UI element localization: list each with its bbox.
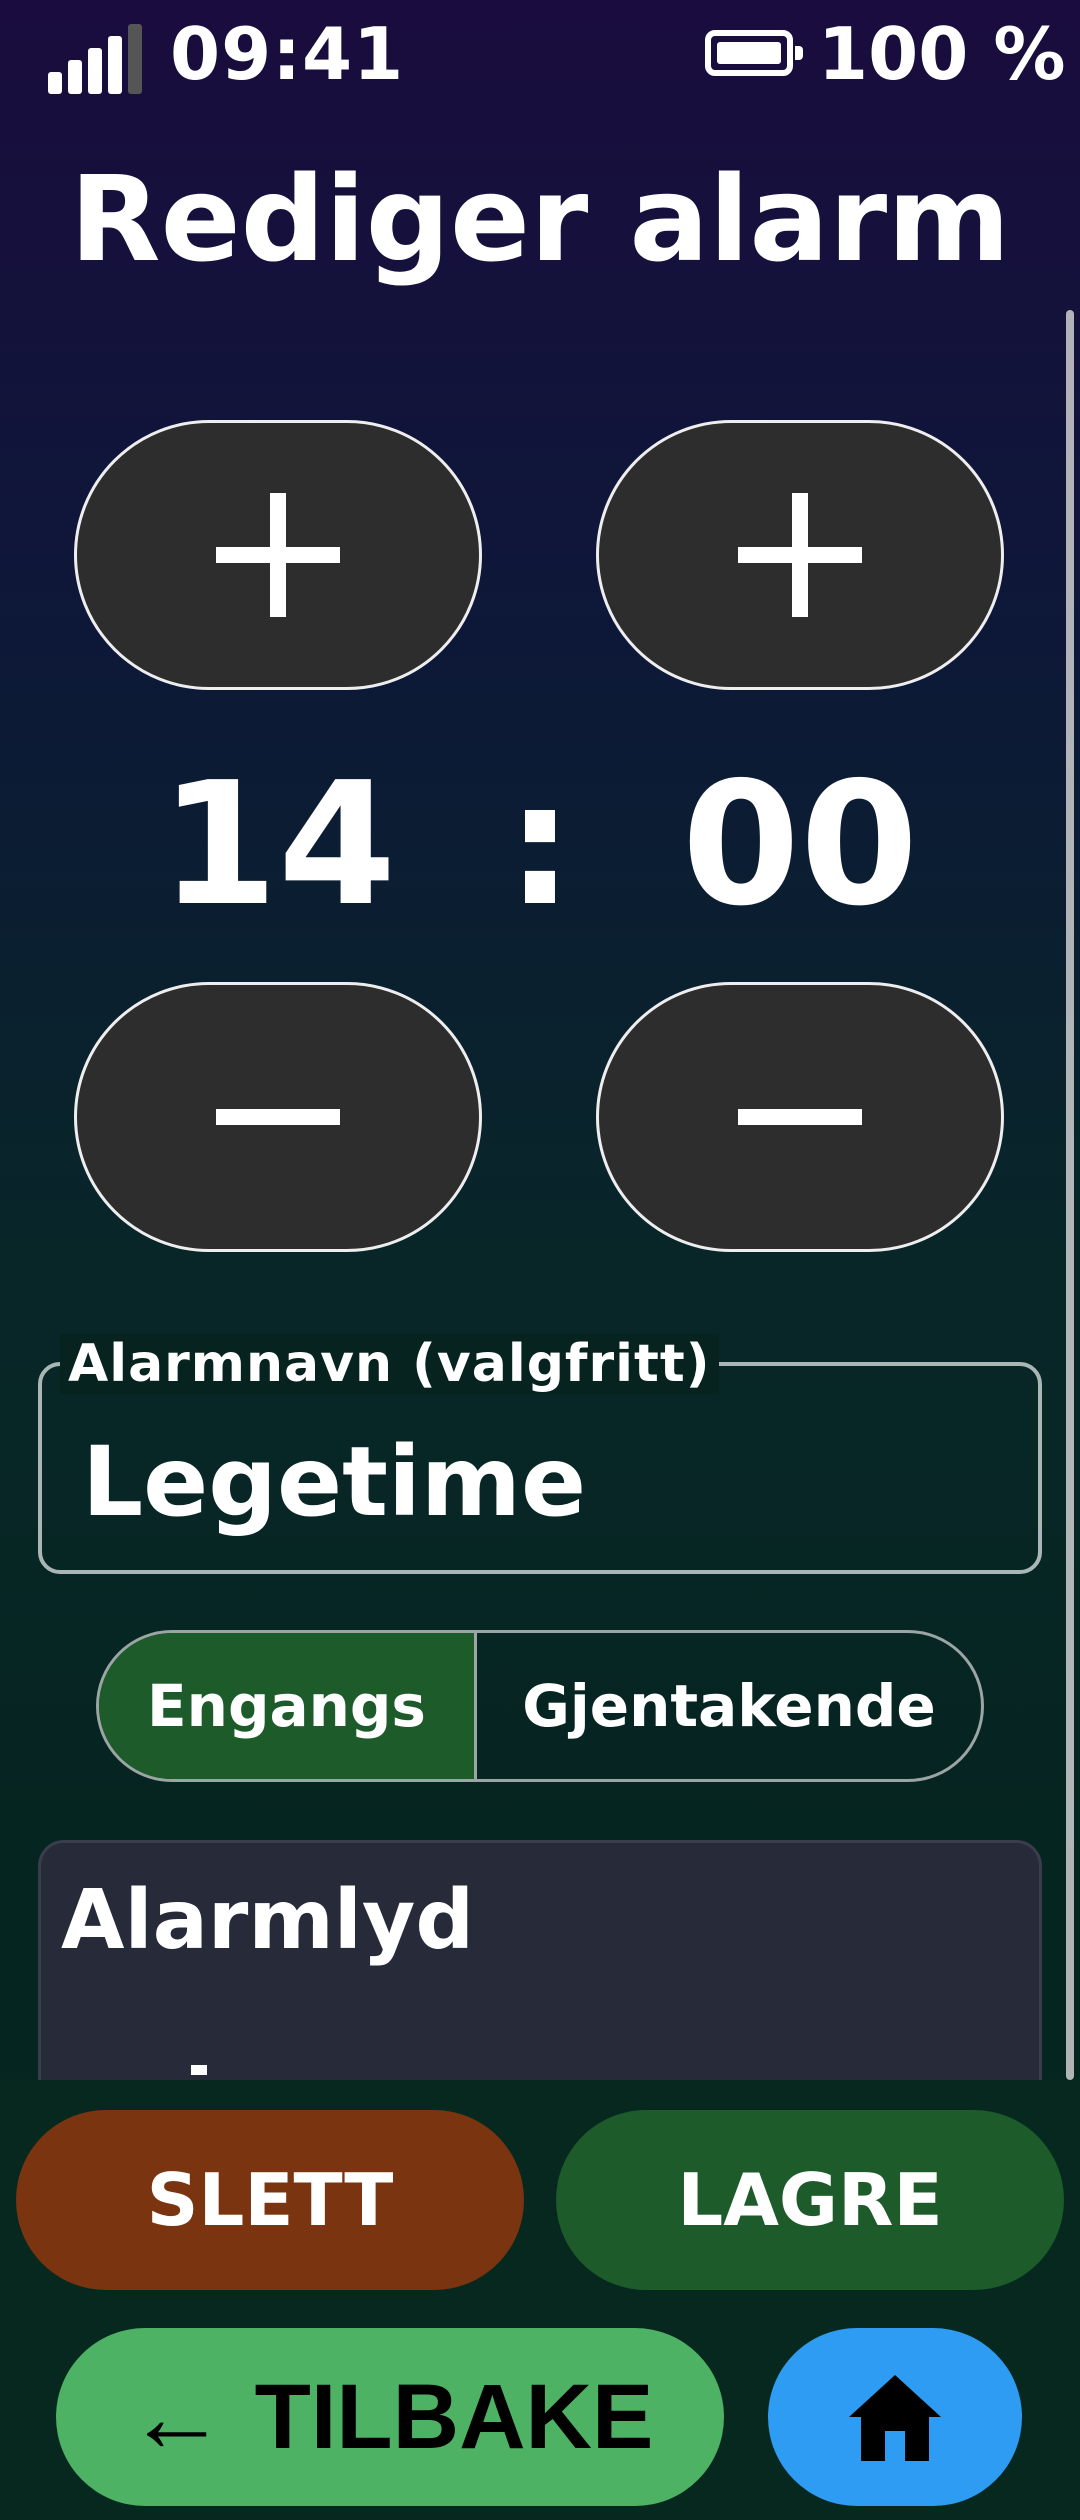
back-button[interactable]: ← TILBAKE <box>56 2328 724 2506</box>
save-button-label: LAGRE <box>677 2158 943 2242</box>
battery-level: 100 % <box>818 12 1066 96</box>
minute-decrement-button[interactable] <box>596 982 1004 1252</box>
home-button[interactable] <box>768 2328 1022 2506</box>
repeat-toggle[interactable]: Engangs Gjentakende <box>96 1630 984 1782</box>
status-time: 09:41 <box>170 12 405 96</box>
alarm-name-value[interactable]: Legetime <box>82 1426 586 1538</box>
home-icon <box>849 2375 941 2461</box>
arrow-left-icon: ← <box>126 2360 227 2473</box>
save-button[interactable]: LAGRE <box>556 2110 1064 2290</box>
segment-once[interactable]: Engangs <box>99 1633 477 1779</box>
battery-icon <box>705 30 803 76</box>
hours-value: 14 <box>159 746 397 944</box>
time-separator: : <box>506 746 574 944</box>
delete-button-label: SLETT <box>146 2158 394 2242</box>
signal-icon <box>48 22 148 94</box>
content-peek <box>191 2065 207 2075</box>
minute-increment-button[interactable] <box>596 420 1004 690</box>
status-bar: 09:41 100 % <box>0 0 1080 110</box>
hour-increment-button[interactable] <box>74 420 482 690</box>
segment-recurring[interactable]: Gjentakende <box>477 1633 981 1779</box>
scrollbar[interactable] <box>1066 310 1074 2080</box>
minutes-value: 00 <box>681 746 919 944</box>
hour-decrement-button[interactable] <box>74 982 482 1252</box>
page-title: Rediger alarm <box>69 150 1011 288</box>
alarm-name-field[interactable]: Alarmnavn (valgfritt) Legetime <box>38 1334 1042 1574</box>
alarm-sound-title: Alarmlyd <box>61 1873 475 1968</box>
alarm-name-label: Alarmnavn (valgfritt) <box>60 1334 719 1394</box>
delete-button[interactable]: SLETT <box>16 2110 524 2290</box>
back-button-label: TILBAKE <box>254 2365 654 2468</box>
